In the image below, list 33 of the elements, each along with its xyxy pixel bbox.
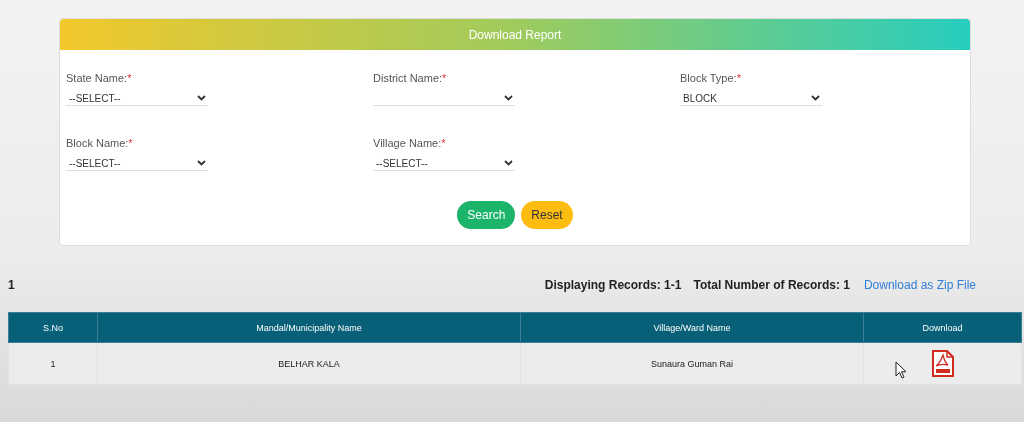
displaying-records: Displaying Records: 1-1: [544, 278, 682, 292]
table-cell: 1: [8, 342, 98, 385]
column-header: Download: [863, 312, 1022, 343]
field-label: Village Name:: [373, 137, 442, 149]
select-dropdown[interactable]: --SELECT--: [66, 156, 208, 171]
required-asterisk: *: [128, 137, 133, 149]
page-number: 1: [8, 278, 15, 292]
required-asterisk: *: [441, 137, 446, 149]
total-records: Total Number of Records: 1: [693, 278, 850, 292]
field-label: District Name:: [373, 72, 443, 84]
field-label: Block Name:: [66, 137, 129, 149]
column-header: S.No: [8, 312, 98, 343]
field-label: Block Type:: [680, 72, 737, 84]
column-header: Village/Ward Name: [520, 312, 864, 343]
column-header: Mandal/Municipality Name: [97, 312, 521, 343]
mouse-cursor-icon: [895, 361, 907, 379]
form-title: Download Report: [468, 27, 562, 42]
table-cell: Sunaura Guman Rai: [520, 342, 864, 385]
required-asterisk: *: [127, 72, 132, 84]
select-dropdown[interactable]: --SELECT--: [66, 91, 208, 106]
table-cell: BELHAR KALA: [97, 342, 521, 385]
reset-button[interactable]: Reset: [521, 201, 573, 229]
chevron-down-icon: [197, 95, 206, 101]
pdf-file-icon[interactable]: [931, 350, 954, 377]
required-asterisk: *: [442, 72, 447, 84]
chevron-down-icon: [504, 95, 513, 101]
field-label: State Name:: [66, 72, 128, 84]
select-dropdown[interactable]: BLOCK: [680, 91, 822, 106]
chevron-down-icon: [504, 160, 513, 166]
chevron-down-icon: [197, 160, 206, 166]
select-dropdown[interactable]: --SELECT--: [373, 156, 515, 171]
chevron-down-icon: [811, 95, 820, 101]
required-asterisk: *: [736, 72, 741, 84]
